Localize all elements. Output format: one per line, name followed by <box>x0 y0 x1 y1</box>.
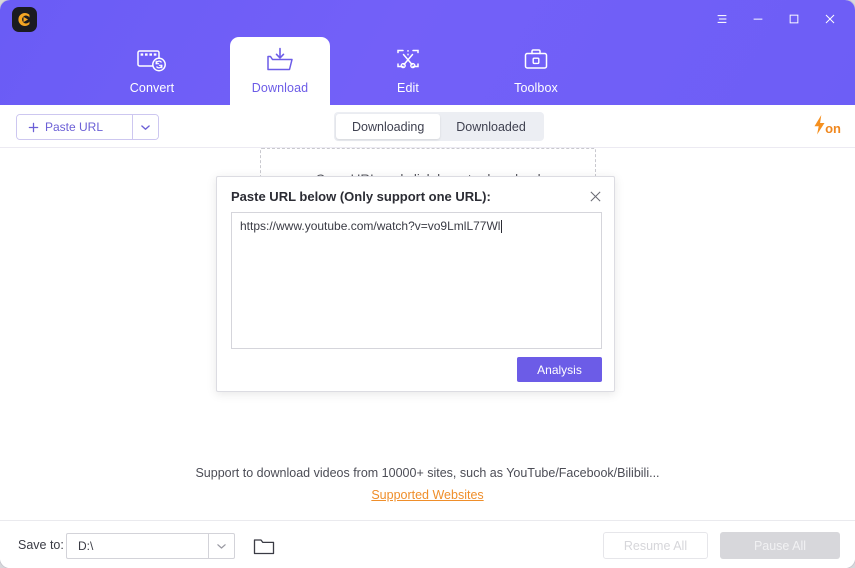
close-icon <box>825 14 835 24</box>
analysis-label: Analysis <box>537 362 582 377</box>
nav-tab-label: Toolbox <box>514 81 558 95</box>
resume-all-button[interactable]: Resume All <box>603 532 708 559</box>
maximize-button[interactable] <box>779 6 809 32</box>
save-path-value: D:\ <box>78 539 94 553</box>
folder-download-icon <box>264 44 296 78</box>
app-logo-c-play-icon <box>18 12 30 27</box>
save-to-label: Save to: <box>18 538 64 552</box>
film-convert-icon <box>136 44 168 78</box>
footer-bar: Save to: D:\ Resume All Pause All <box>0 520 855 568</box>
main-nav: Convert Download Edit Toolbox <box>0 37 855 105</box>
nav-tab-label: Convert <box>129 81 175 95</box>
screen-scissors-icon <box>392 44 424 78</box>
paste-url-group: Paste URL <box>16 114 159 140</box>
footer-actions: Resume All Pause All <box>603 532 840 559</box>
toolbox-icon <box>521 44 551 78</box>
save-path-select[interactable]: D:\ <box>66 533 235 559</box>
chevron-down-icon <box>217 543 226 549</box>
title-bar: Convert Download Edit Toolbox <box>0 0 855 105</box>
supported-websites-label: Supported Websites <box>371 488 484 502</box>
nav-gap <box>458 37 486 105</box>
support-sites-text: Support to download videos from 10000+ s… <box>195 466 660 480</box>
maximize-icon <box>789 14 799 24</box>
paste-url-button[interactable]: Paste URL <box>17 115 132 139</box>
browse-folder-button[interactable] <box>252 535 276 557</box>
tab-downloading[interactable]: Downloading <box>336 114 441 139</box>
dialog-title: Paste URL below (Only support one URL): <box>231 189 491 204</box>
minimize-button[interactable] <box>743 6 773 32</box>
save-path-dropdown-button[interactable] <box>208 534 234 558</box>
nav-tab-label: Edit <box>397 81 419 95</box>
paste-url-label: Paste URL <box>45 120 104 134</box>
nav-tab-label: Download <box>251 81 309 95</box>
nav-tab-toolbox[interactable]: Toolbox <box>486 37 586 105</box>
resume-all-label: Resume All <box>623 538 688 553</box>
pause-all-button[interactable]: Pause All <box>720 532 840 559</box>
analysis-button[interactable]: Analysis <box>517 357 602 382</box>
pause-all-label: Pause All <box>753 538 807 553</box>
tab-downloaded-label: Downloaded <box>456 119 526 134</box>
chevron-down-icon <box>141 124 150 130</box>
toolbar: Paste URL Downloading Downloaded on <box>0 105 855 148</box>
hamburger-menu-icon <box>717 15 727 23</box>
minimize-icon <box>753 18 763 20</box>
app-logo <box>12 7 37 32</box>
nav-tab-edit[interactable]: Edit <box>358 37 458 105</box>
nav-gap <box>202 37 230 105</box>
paste-url-dialog: Paste URL below (Only support one URL): … <box>216 176 615 392</box>
download-status-tabs: Downloading Downloaded <box>334 112 544 141</box>
main-content: Copy URL and click here to download Supp… <box>0 148 855 520</box>
turbo-mode-badge[interactable]: on <box>811 113 841 137</box>
nav-gap <box>330 37 358 105</box>
nav-tab-download[interactable]: Download <box>230 37 330 105</box>
tab-downloading-label: Downloading <box>352 119 425 134</box>
close-button[interactable] <box>815 6 845 32</box>
window-controls <box>707 6 845 32</box>
dialog-close-button[interactable] <box>585 186 605 206</box>
close-icon <box>589 190 601 202</box>
paste-url-dropdown-button[interactable] <box>132 115 158 139</box>
menu-button[interactable] <box>707 6 737 32</box>
supported-websites-link[interactable]: Supported Websites <box>0 488 855 502</box>
folder-icon <box>253 538 275 554</box>
url-text: https://www.youtube.com/watch?v=vo9LmlL7… <box>240 219 501 233</box>
plus-icon <box>28 122 39 132</box>
url-input-value-display: https://www.youtube.com/watch?v=vo9LmlL7… <box>240 219 503 233</box>
app-window: Convert Download Edit Toolbox Paste URL … <box>0 0 855 568</box>
turbo-mode-label: on <box>825 121 841 136</box>
text-cursor <box>501 219 503 233</box>
tab-downloaded[interactable]: Downloaded <box>440 114 542 139</box>
nav-tab-convert[interactable]: Convert <box>102 37 202 105</box>
